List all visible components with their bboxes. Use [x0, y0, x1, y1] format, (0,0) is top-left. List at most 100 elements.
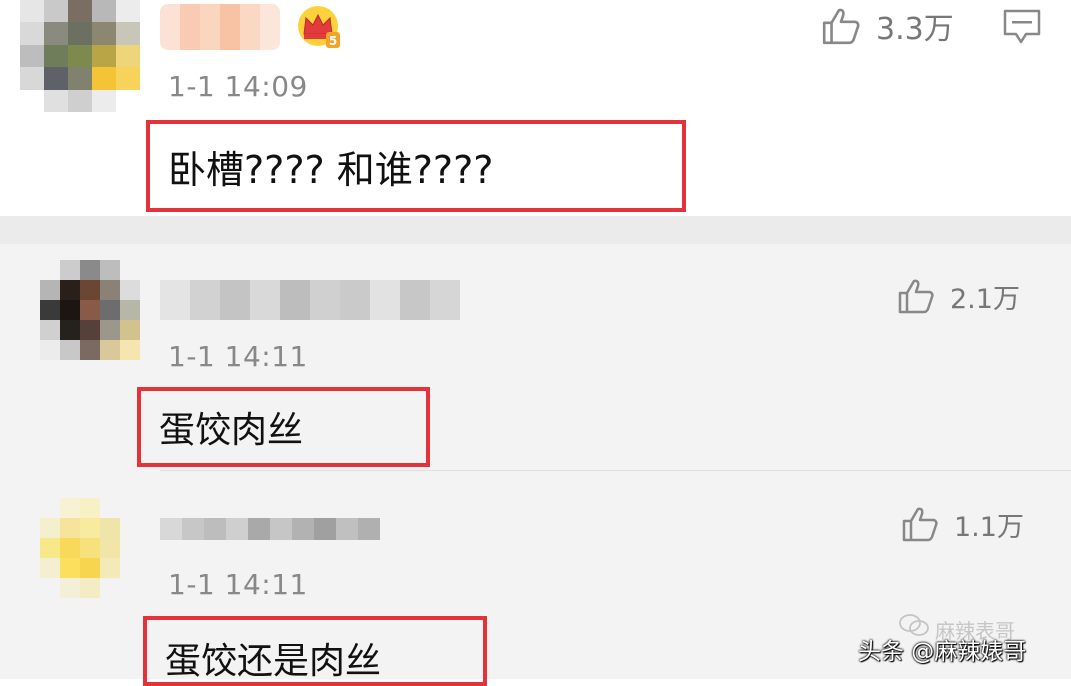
reply-icon[interactable] [1002, 8, 1042, 46]
username-pixel [260, 4, 280, 50]
username[interactable] [160, 280, 460, 320]
avatar-pixel [60, 320, 80, 340]
username-pixel [190, 280, 220, 320]
comment-text: 蛋饺肉丝 [159, 410, 304, 451]
avatar-pixel [60, 558, 80, 578]
like-button[interactable]: 1.1万 [900, 504, 1024, 544]
avatar-pixel [60, 280, 80, 300]
avatar-pixel [116, 67, 140, 90]
avatar-pixel [44, 89, 68, 112]
username[interactable] [160, 518, 380, 540]
avatar-pixel [20, 67, 44, 90]
avatar-pixel [44, 0, 68, 23]
avatar[interactable] [20, 0, 140, 112]
avatar-pixel [40, 320, 60, 340]
avatar-pixel [100, 538, 120, 558]
avatar-pixel [80, 498, 100, 518]
username-pixel [400, 280, 430, 320]
username-pixel [248, 518, 270, 540]
like-button[interactable]: 2.1万 [896, 276, 1020, 316]
comment-timestamp: 1-1 14:09 [168, 70, 308, 103]
username-pixel [250, 280, 280, 320]
avatar-pixel [120, 558, 140, 578]
avatar-pixel [100, 260, 120, 280]
avatar-pixel [120, 320, 140, 340]
avatar-pixel [120, 300, 140, 320]
avatar-pixel [20, 89, 44, 112]
avatar-pixel [120, 578, 140, 598]
avatar-pixel [80, 538, 100, 558]
username-pixel [336, 518, 358, 540]
username-pixel [370, 280, 400, 320]
username-pixel [310, 280, 340, 320]
avatar-pixel [80, 558, 100, 578]
username-pixel [220, 280, 250, 320]
username-pixel [240, 4, 260, 50]
avatar-pixel [100, 518, 120, 538]
username-pixel [292, 518, 314, 540]
avatar-pixel [20, 22, 44, 45]
username-pixel [280, 280, 310, 320]
like-button[interactable]: 3.3万 [820, 4, 954, 48]
avatar-pixel [60, 538, 80, 558]
avatar-pixel [68, 44, 92, 68]
avatar-pixel [40, 340, 60, 360]
like-count: 1.1万 [954, 511, 1024, 543]
avatar[interactable] [40, 498, 140, 598]
avatar-pixel [120, 498, 140, 518]
like-count: 3.3万 [876, 12, 954, 47]
avatar-pixel [60, 260, 80, 280]
highlighted-comment-text: 蛋饺还是肉丝 [143, 616, 487, 686]
username-pixel [180, 4, 200, 50]
username[interactable] [160, 4, 280, 50]
avatar-pixel [92, 44, 116, 68]
avatar-pixel [116, 0, 140, 23]
avatar-pixel [116, 89, 140, 112]
avatar-pixel [100, 498, 120, 518]
username-pixel [430, 280, 460, 320]
avatar-pixel [80, 260, 100, 280]
watermark-text: 头条 @麻辣婊哥 [858, 639, 1027, 665]
avatar-pixel [80, 320, 100, 340]
avatar-pixel [120, 260, 140, 280]
avatar-pixel [80, 280, 100, 300]
avatar-pixel [100, 558, 120, 578]
username-pixel [358, 518, 380, 540]
row-divider [160, 470, 1071, 471]
avatar-pixel [80, 300, 100, 320]
avatar-pixel [120, 340, 140, 360]
avatar-pixel [40, 558, 60, 578]
avatar-pixel [60, 578, 80, 598]
avatar-pixel [120, 280, 140, 300]
avatar-pixel [40, 498, 60, 518]
comment-text: 蛋饺还是肉丝 [165, 641, 382, 682]
avatar-pixel [68, 67, 92, 90]
like-count: 2.1万 [950, 283, 1020, 315]
username-pixel [160, 280, 190, 320]
avatar-pixel [92, 67, 116, 90]
avatar-pixel [40, 300, 60, 320]
avatar-pixel [120, 518, 140, 538]
avatar-pixel [100, 300, 120, 320]
comment-text: 卧槽???? 和谁???? [168, 147, 494, 192]
avatar-pixel [40, 578, 60, 598]
section-separator [0, 216, 1071, 244]
avatar[interactable] [40, 260, 140, 360]
username-pixel [226, 518, 248, 540]
avatar-pixel [60, 340, 80, 360]
avatar-pixel [68, 0, 92, 23]
comment-timestamp: 1-1 14:11 [168, 340, 308, 373]
avatar-pixel [40, 518, 60, 538]
username-pixel [220, 4, 240, 50]
username-pixel [314, 518, 336, 540]
comment-timestamp: 1-1 14:11 [168, 568, 308, 601]
avatar-pixel [68, 89, 92, 112]
highlighted-comment-text: 卧槽???? 和谁???? [146, 120, 686, 212]
avatar-pixel [60, 518, 80, 538]
avatar-pixel [40, 538, 60, 558]
avatar-pixel [92, 22, 116, 45]
avatar-pixel [100, 280, 120, 300]
thumbs-up-icon [898, 279, 934, 314]
avatar-pixel [92, 0, 116, 23]
avatar-pixel [120, 538, 140, 558]
